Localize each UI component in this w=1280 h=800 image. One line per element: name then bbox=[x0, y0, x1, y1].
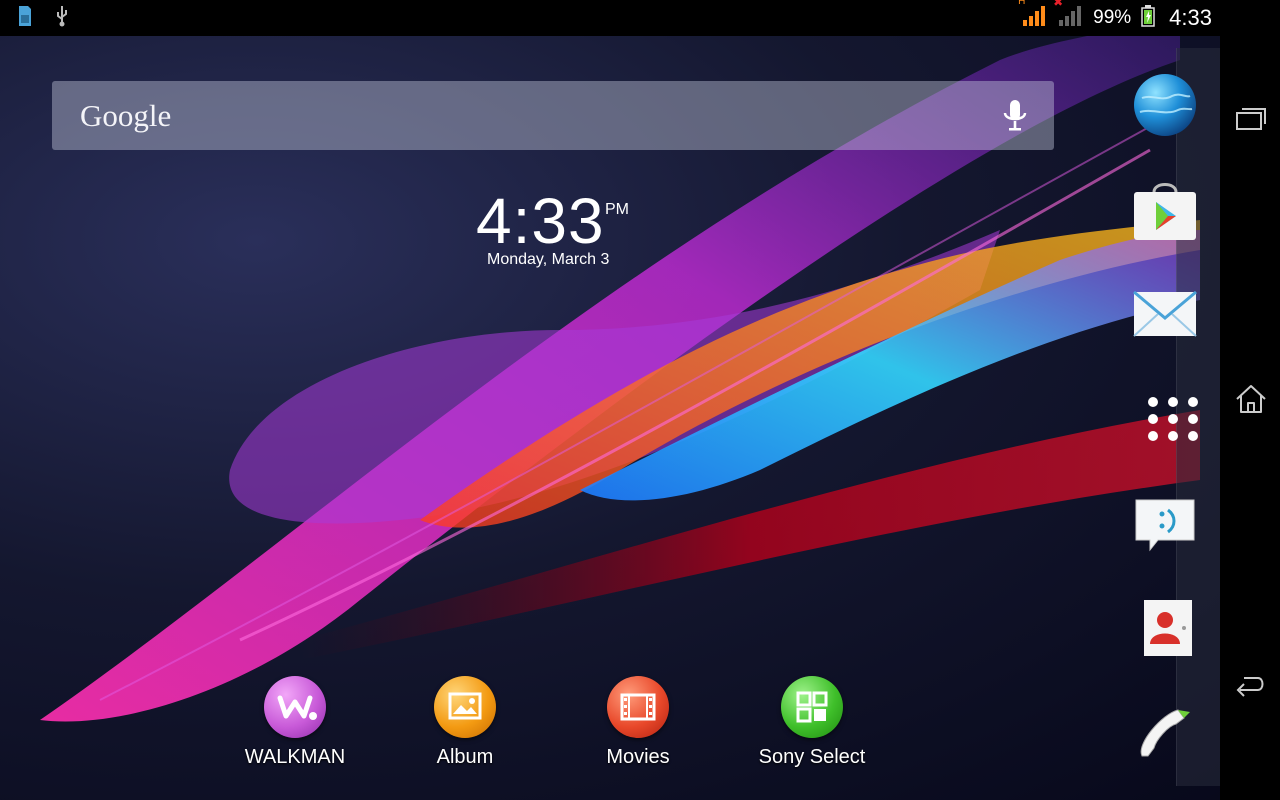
sony-select-icon bbox=[781, 676, 843, 738]
browser-globe-icon[interactable] bbox=[1132, 72, 1198, 138]
no-signal-x-icon: ✖ bbox=[1053, 0, 1064, 9]
dock-label: Movies bbox=[606, 746, 670, 768]
phone-icon[interactable] bbox=[1132, 700, 1198, 766]
home-dock: WALKMAN Album Movies Sony Select bbox=[230, 676, 890, 776]
network-type-label: H bbox=[1018, 0, 1026, 7]
google-logo: Google bbox=[80, 97, 172, 133]
dock-item-walkman[interactable]: WALKMAN bbox=[230, 676, 360, 769]
no-signal-icon: ✖ bbox=[1053, 0, 1083, 32]
status-time: 4:33 bbox=[1169, 5, 1212, 30]
messaging-icon[interactable] bbox=[1132, 494, 1198, 560]
dock-item-movies[interactable]: Movies bbox=[573, 676, 703, 769]
navigation-bar bbox=[1220, 36, 1280, 800]
sim-icon bbox=[18, 5, 32, 32]
status-bar: H ✖ 99% 4:33 bbox=[0, 0, 1280, 36]
back-icon[interactable] bbox=[1234, 668, 1268, 702]
clock-ampm: PM bbox=[605, 201, 629, 218]
dock-item-sony-select[interactable]: Sony Select bbox=[747, 676, 877, 769]
play-store-icon[interactable] bbox=[1132, 178, 1198, 244]
dock-label: Sony Select bbox=[758, 746, 866, 768]
clock-time: 4:33 bbox=[476, 185, 605, 257]
battery-percent: 99% bbox=[1093, 7, 1132, 28]
contacts-icon[interactable] bbox=[1132, 596, 1198, 662]
google-search-bar[interactable]: Google bbox=[52, 81, 1054, 150]
recent-apps-icon[interactable] bbox=[1234, 102, 1268, 136]
movies-icon bbox=[607, 676, 669, 738]
clock-date: Monday, March 3 bbox=[487, 251, 610, 268]
clock-widget[interactable]: 4:33 PM Monday, March 3 bbox=[476, 184, 656, 268]
dock-label: WALKMAN bbox=[244, 746, 346, 768]
dock-item-album[interactable]: Album bbox=[400, 676, 530, 769]
signal-icon: H bbox=[1018, 0, 1047, 32]
home-icon[interactable] bbox=[1234, 382, 1268, 416]
app-drawer-icon[interactable] bbox=[1132, 386, 1198, 452]
walkman-icon bbox=[264, 676, 326, 738]
microphone-icon[interactable] bbox=[1002, 99, 1028, 138]
dock-label: Album bbox=[436, 746, 494, 768]
email-icon[interactable] bbox=[1132, 282, 1198, 348]
battery-charging-icon bbox=[1141, 4, 1155, 32]
album-icon bbox=[434, 676, 496, 738]
usb-icon bbox=[54, 5, 70, 32]
